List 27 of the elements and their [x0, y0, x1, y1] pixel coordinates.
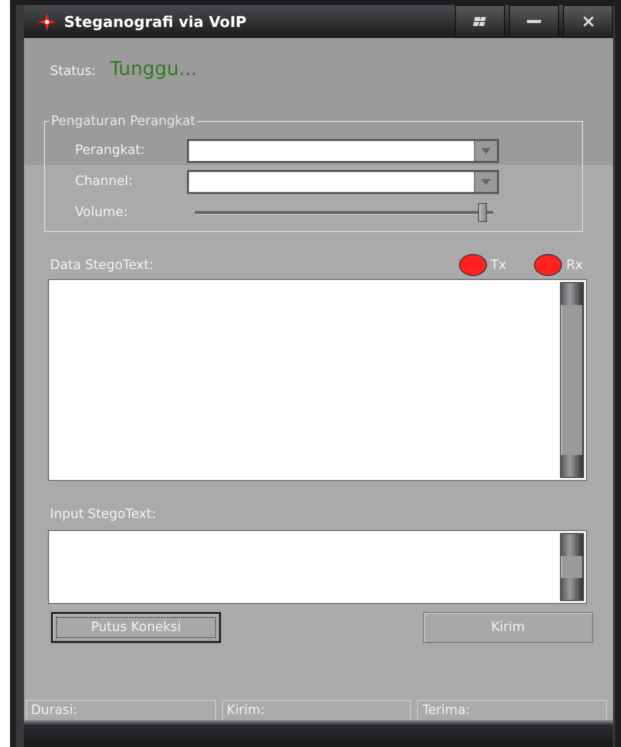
input-stegotext-area[interactable]	[48, 530, 587, 604]
slider-thumb[interactable]	[478, 203, 488, 222]
star-icon	[38, 12, 56, 30]
window-title: Steganografi via VoIP	[64, 12, 247, 30]
data-stegotext-label: Data StegoText:	[50, 258, 154, 272]
indicator-label: Tx	[490, 258, 506, 272]
close-button[interactable]	[563, 5, 613, 38]
action-button[interactable]: Kirim	[423, 612, 593, 643]
field-label: Volume:	[75, 205, 129, 220]
field-label: Perangkat:	[75, 143, 146, 158]
group-title: Pengaturan Perangkat	[50, 114, 196, 129]
dropdown-field[interactable]	[187, 170, 499, 194]
status-label: Status:	[50, 64, 96, 79]
field-label: Channel:	[75, 174, 134, 189]
windows-logo-button[interactable]	[455, 5, 505, 38]
input-stegotext-label: Input StegoText:	[50, 507, 156, 522]
scrollbar[interactable]	[560, 282, 584, 478]
windows-logo-icon	[473, 16, 487, 28]
minimize-button[interactable]	[509, 5, 559, 38]
dropdown-field[interactable]	[187, 138, 499, 162]
status-value: Tunggu...	[110, 58, 197, 80]
minimize-icon	[527, 20, 541, 24]
close-icon	[582, 16, 594, 27]
data-stegotext-area[interactable]	[48, 279, 587, 481]
indicator-label: Rx	[566, 258, 583, 272]
action-button[interactable]: Putus Koneksi	[51, 612, 221, 643]
scrollbar[interactable]	[560, 533, 584, 601]
